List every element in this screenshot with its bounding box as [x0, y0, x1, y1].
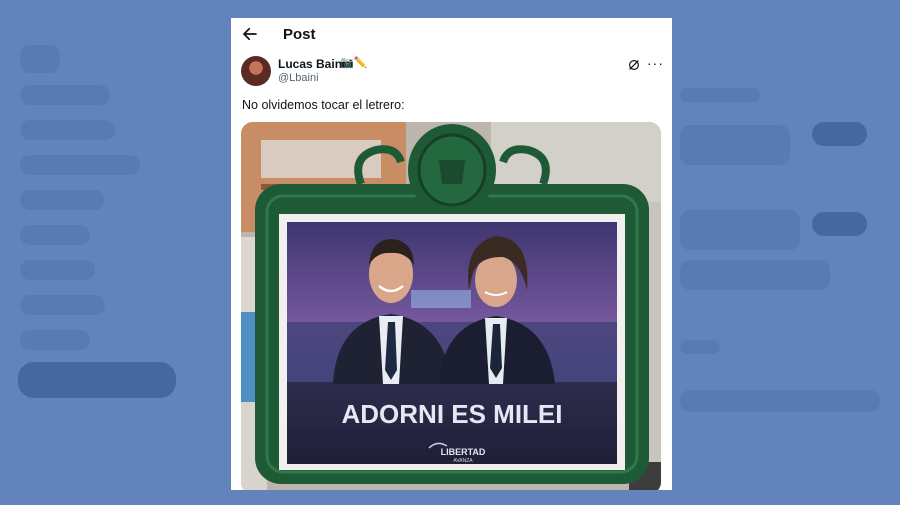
bg-blur-block: [680, 125, 790, 165]
avatar[interactable]: [241, 56, 271, 86]
more-options-icon[interactable]: ···: [647, 55, 664, 71]
bg-blur-block: [680, 88, 760, 102]
author-name[interactable]: Lucas Baini: [278, 57, 345, 71]
post-card: Post Lucas Baini 📷✏️ @Lbaini ··· No olvi…: [231, 18, 672, 490]
post-text: No olvidemos tocar el letrero:: [242, 98, 405, 112]
bg-blur-block: [680, 260, 830, 290]
party-logo-sub: AVANZA: [453, 458, 473, 464]
bg-blur-block: [20, 295, 105, 315]
party-logo-main: LIBERTAD: [441, 447, 486, 457]
page-title: Post: [283, 26, 316, 43]
bg-blur-block: [20, 155, 140, 175]
poster-slogan: ADORNI ES MILEI: [341, 399, 562, 429]
bg-blur-block: [20, 260, 95, 280]
post-image[interactable]: ADORNI ES MILEI LIBERTAD AVANZA: [241, 122, 661, 490]
bg-blur-pill: [18, 362, 176, 398]
bg-blur-block: [20, 190, 105, 210]
post-header: Post: [231, 18, 672, 52]
bg-blur-pill: [812, 212, 867, 236]
bg-blur-block: [20, 120, 115, 140]
bg-blur-block: [680, 210, 800, 250]
author-badge-icons: 📷✏️: [340, 57, 368, 69]
bg-blur-pill: [812, 122, 867, 146]
bg-blur-block: [680, 340, 720, 354]
bg-blur-block: [680, 390, 880, 412]
bg-blur-block: [20, 85, 110, 105]
poster-photo: ADORNI ES MILEI LIBERTAD AVANZA: [241, 122, 661, 490]
arrow-left-icon[interactable]: [241, 25, 259, 43]
bg-blur-block: [20, 45, 60, 73]
author-handle[interactable]: @Lbaini: [278, 72, 319, 84]
bg-blur-block: [20, 225, 90, 245]
grok-icon[interactable]: [627, 58, 641, 72]
bg-blur-block: [20, 330, 90, 350]
